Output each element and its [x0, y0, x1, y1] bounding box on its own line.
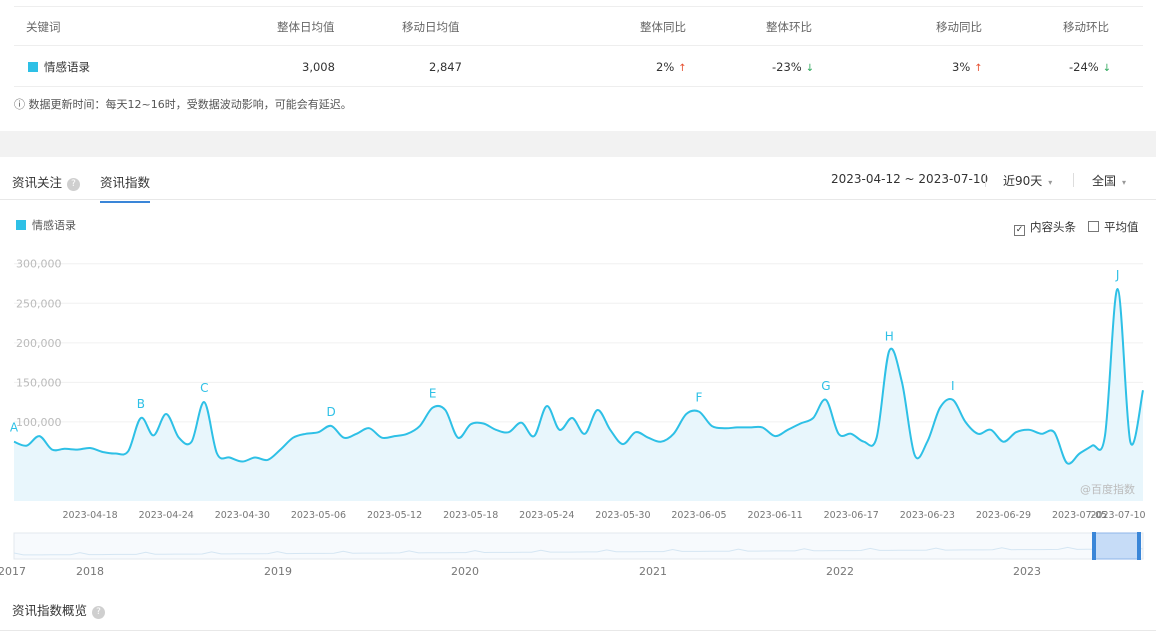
separator — [985, 173, 986, 187]
region-select[interactable]: 全国 ▾ — [1092, 172, 1126, 189]
x-tick-label: 2023-06-23 — [900, 510, 955, 521]
x-tick-label: 2023-04-18 — [63, 510, 118, 521]
y-tick-label: 100,000 — [16, 416, 62, 429]
overview-year-label: 2023 — [1013, 565, 1041, 578]
tab-news-index[interactable]: 资讯指数 — [100, 172, 151, 203]
mobile-yoy-value: 3% — [952, 60, 971, 74]
overview-left-handle — [1092, 532, 1096, 560]
overview-year-label: 2020 — [451, 565, 479, 578]
overview-year-label: 2021 — [639, 565, 667, 578]
mobile-avg-value: 2,847 — [429, 60, 462, 74]
annotation-label: B — [137, 397, 145, 411]
chevron-down-icon: ▾ — [1122, 178, 1127, 187]
overview-year-label: 2018 — [76, 565, 104, 578]
help-icon[interactable]: ? — [92, 606, 106, 619]
x-tick-label: 2023-05-18 — [443, 510, 498, 521]
x-tick-label: 2023-06-17 — [824, 510, 879, 521]
x-tick-label: 2023-05-12 — [367, 510, 422, 521]
date-range-picker[interactable]: 2023-04-12 ~ 2023-07-10 — [831, 172, 988, 186]
arrow-up-icon: ↑ — [974, 63, 983, 74]
series-area — [14, 288, 1143, 501]
annotation-label: J — [1115, 268, 1120, 282]
annotation-label: F — [696, 391, 703, 405]
update-note: ⓘ 数据更新时间：每天12~16时，受数据波动影响，可能会有延迟。 — [14, 98, 352, 111]
legend-swatch — [16, 220, 26, 230]
header-overall-avg: 整体日均值 — [277, 20, 335, 34]
y-tick-label: 200,000 — [16, 337, 62, 350]
chart-legend[interactable]: 情感语录 — [16, 217, 76, 233]
overview-selection — [1092, 532, 1140, 560]
x-tick-label: 2023-05-24 — [519, 510, 574, 521]
annotation-label: C — [200, 381, 208, 395]
tab-news-attention[interactable]: 资讯关注? — [12, 172, 81, 191]
y-tick-label: 250,000 — [16, 297, 62, 310]
keyword-label: 情感语录 — [44, 60, 90, 74]
overall-mom-value: -23% — [772, 60, 802, 74]
overall-avg-value: 3,008 — [302, 60, 335, 74]
header-keyword: 关键词 — [26, 20, 61, 34]
y-tick-label: 300,000 — [16, 258, 62, 271]
overall-yoy-value: 2% — [656, 60, 675, 74]
header-mobile-yoy: 移动同比 — [936, 20, 982, 34]
average-label: 平均值 — [1104, 220, 1139, 234]
x-tick-label: 2023-05-06 — [291, 510, 346, 521]
annotation-label: D — [327, 405, 336, 419]
summary-data-row: 情感语录 3,008 2,847 2% ↑ -23% ↓ 3% ↑ -24% ↓ — [14, 47, 1143, 87]
summary-table: 关键词 整体日均值 移动日均值 整体同比 整体环比 移动同比 移动环比 情感语录… — [0, 0, 1143, 130]
x-tick-label: 2023-06-05 — [671, 510, 726, 521]
mobile-mom-cell: -24% ↓ — [1069, 47, 1111, 87]
overall-mom-cell: -23% ↓ — [772, 47, 814, 87]
period-select-label: 近90天 — [1003, 174, 1043, 188]
index-trend-chart: 50,000100,000150,000200,000250,000300,00… — [0, 258, 1146, 578]
header-mobile-mom: 移动环比 — [1063, 20, 1109, 34]
watermark: @百度指数 — [1080, 483, 1135, 496]
checkbox-empty-icon — [1088, 221, 1099, 232]
footer-divider — [0, 630, 1156, 631]
mobile-yoy-cell: 3% ↑ — [952, 47, 983, 87]
annotation-label: E — [429, 387, 437, 401]
tab-news-attention-label: 资讯关注 — [12, 175, 63, 190]
y-tick-label: 150,000 — [16, 376, 62, 389]
overview-right-handle — [1137, 532, 1141, 560]
header-overall-mom: 整体环比 — [766, 20, 812, 34]
x-tick-label: 2023-05-30 — [595, 510, 650, 521]
period-select[interactable]: 近90天 ▾ — [1003, 172, 1052, 189]
header-mobile-avg: 移动日均值 — [402, 20, 460, 34]
keyword-cell: 情感语录 — [28, 47, 90, 87]
legend-series-label: 情感语录 — [32, 219, 76, 232]
overview-title: 资讯指数概览? — [12, 600, 106, 619]
content-headline-label: 内容头条 — [1030, 220, 1076, 234]
x-tick-label: 2023-04-24 — [139, 510, 194, 521]
annotation-label: H — [885, 330, 894, 344]
annotation-label: G — [821, 379, 830, 393]
overall-yoy-cell: 2% ↑ — [656, 47, 687, 87]
annotation-label: I — [951, 379, 955, 393]
overview-title-label: 资讯指数概览 — [12, 603, 88, 618]
section-divider — [0, 131, 1156, 157]
separator — [1073, 173, 1074, 187]
region-select-label: 全国 — [1092, 174, 1117, 188]
help-icon[interactable]: ? — [67, 178, 81, 191]
header-overall-yoy: 整体同比 — [640, 20, 686, 34]
arrow-down-icon: ↓ — [805, 63, 815, 74]
overview-year-label: 2019 — [264, 565, 292, 578]
chart-toolbar: 资讯关注? 资讯指数 2023-04-12 ~ 2023-07-10 近90天 ▾… — [0, 158, 1156, 203]
overview-strip — [13, 532, 1144, 560]
mobile-mom-value: -24% — [1069, 60, 1099, 74]
average-checkbox[interactable]: 平均值 — [1088, 219, 1139, 235]
annotation-label: A — [10, 421, 19, 435]
overview-year-label: 2022 — [826, 565, 854, 578]
checkbox-checked-icon: ✓ — [1014, 225, 1025, 236]
arrow-up-icon: ↑ — [678, 63, 687, 74]
x-tick-label: 2023-07-10 — [1090, 510, 1145, 521]
chevron-down-icon: ▾ — [1048, 178, 1053, 187]
summary-header-row: 关键词 整体日均值 移动日均值 整体同比 整体环比 移动同比 移动环比 — [14, 6, 1143, 46]
keyword-color-swatch — [28, 62, 38, 72]
x-tick-label: 2023-04-30 — [215, 510, 270, 521]
overview-year-label: 2017 — [0, 565, 26, 578]
x-tick-label: 2023-06-29 — [976, 510, 1031, 521]
x-tick-label: 2023-06-11 — [748, 510, 803, 521]
content-headline-checkbox[interactable]: ✓ 内容头条 — [1014, 219, 1076, 236]
arrow-down-icon: ↓ — [1102, 63, 1112, 74]
